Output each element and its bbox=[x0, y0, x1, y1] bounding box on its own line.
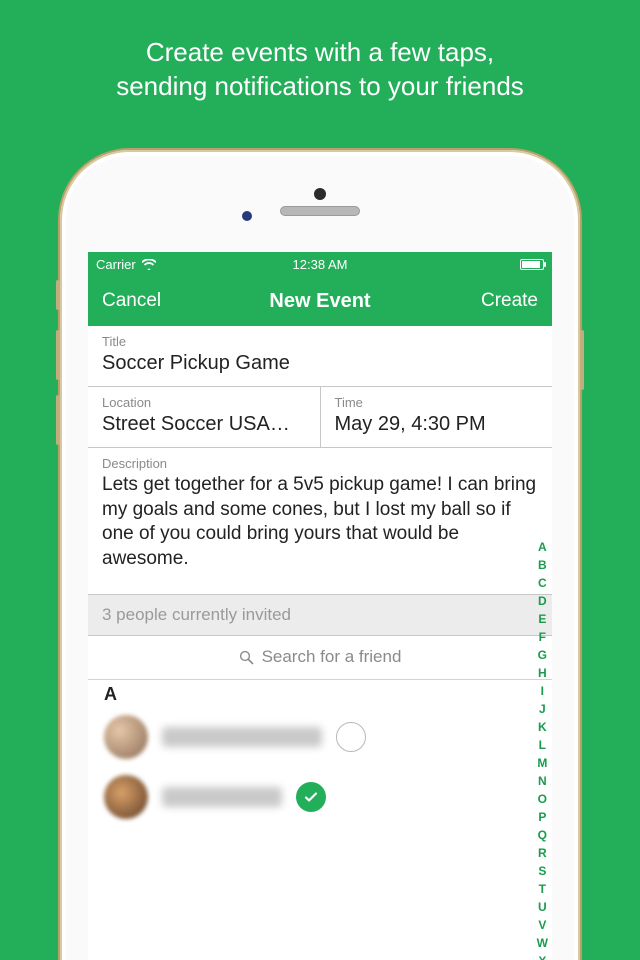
section-header-a: A bbox=[88, 680, 552, 707]
location-value: Street Soccer USA… bbox=[102, 412, 306, 437]
promo-line-2: sending notifications to your friends bbox=[0, 70, 640, 104]
promo-line-1: Create events with a few taps, bbox=[0, 36, 640, 70]
search-placeholder: Search for a friend bbox=[262, 647, 402, 667]
search-icon bbox=[239, 650, 254, 665]
contact-name bbox=[162, 787, 282, 807]
wifi-icon bbox=[142, 259, 156, 270]
battery-icon bbox=[520, 259, 544, 270]
index-letter[interactable]: X bbox=[537, 956, 548, 960]
create-button[interactable]: Create bbox=[481, 290, 538, 312]
contact-row[interactable] bbox=[88, 707, 552, 767]
contact-name bbox=[162, 727, 322, 747]
description-value: Lets get together for a 5v5 pickup game!… bbox=[102, 473, 538, 572]
status-time: 12:38 AM bbox=[88, 257, 552, 272]
avatar bbox=[104, 715, 148, 759]
phone-mute-switch bbox=[56, 280, 60, 310]
location-field[interactable]: Location Street Soccer USA… bbox=[88, 387, 321, 447]
carrier-label: Carrier bbox=[96, 257, 136, 272]
phone-camera bbox=[314, 188, 326, 200]
phone-screen: Carrier 12:38 AM Cancel New Event Create… bbox=[88, 252, 552, 960]
title-field[interactable]: Title Soccer Pickup Game bbox=[88, 326, 552, 387]
cancel-button[interactable]: Cancel bbox=[102, 290, 161, 312]
phone-volume-up bbox=[56, 330, 60, 380]
description-label: Description bbox=[102, 456, 538, 471]
invited-count-bar: 3 people currently invited bbox=[88, 594, 552, 636]
description-field[interactable]: Description Lets get together for a 5v5 … bbox=[88, 448, 552, 582]
nav-bar: Cancel New Event Create bbox=[88, 276, 552, 326]
avatar bbox=[104, 775, 148, 819]
location-label: Location bbox=[102, 395, 306, 410]
phone-frame: Carrier 12:38 AM Cancel New Event Create… bbox=[60, 150, 580, 960]
phone-proximity-sensor bbox=[242, 211, 252, 221]
unchecked-icon[interactable] bbox=[336, 722, 366, 752]
phone-speaker bbox=[280, 206, 360, 216]
contact-row[interactable] bbox=[88, 767, 552, 827]
title-label: Title bbox=[102, 334, 538, 349]
search-friend-input[interactable]: Search for a friend bbox=[88, 636, 552, 680]
time-label: Time bbox=[335, 395, 539, 410]
status-bar: Carrier 12:38 AM bbox=[88, 252, 552, 276]
time-field[interactable]: Time May 29, 4:30 PM bbox=[321, 387, 553, 447]
checked-icon[interactable] bbox=[296, 782, 326, 812]
phone-power-button bbox=[580, 330, 584, 390]
time-value: May 29, 4:30 PM bbox=[335, 412, 539, 437]
promo-headline: Create events with a few taps, sending n… bbox=[0, 0, 640, 104]
alphabet-index[interactable]: ABCDEFGHIJKLMNOPQRSTUVWXYZ bbox=[537, 542, 548, 960]
phone-volume-down bbox=[56, 395, 60, 445]
title-value: Soccer Pickup Game bbox=[102, 351, 538, 376]
